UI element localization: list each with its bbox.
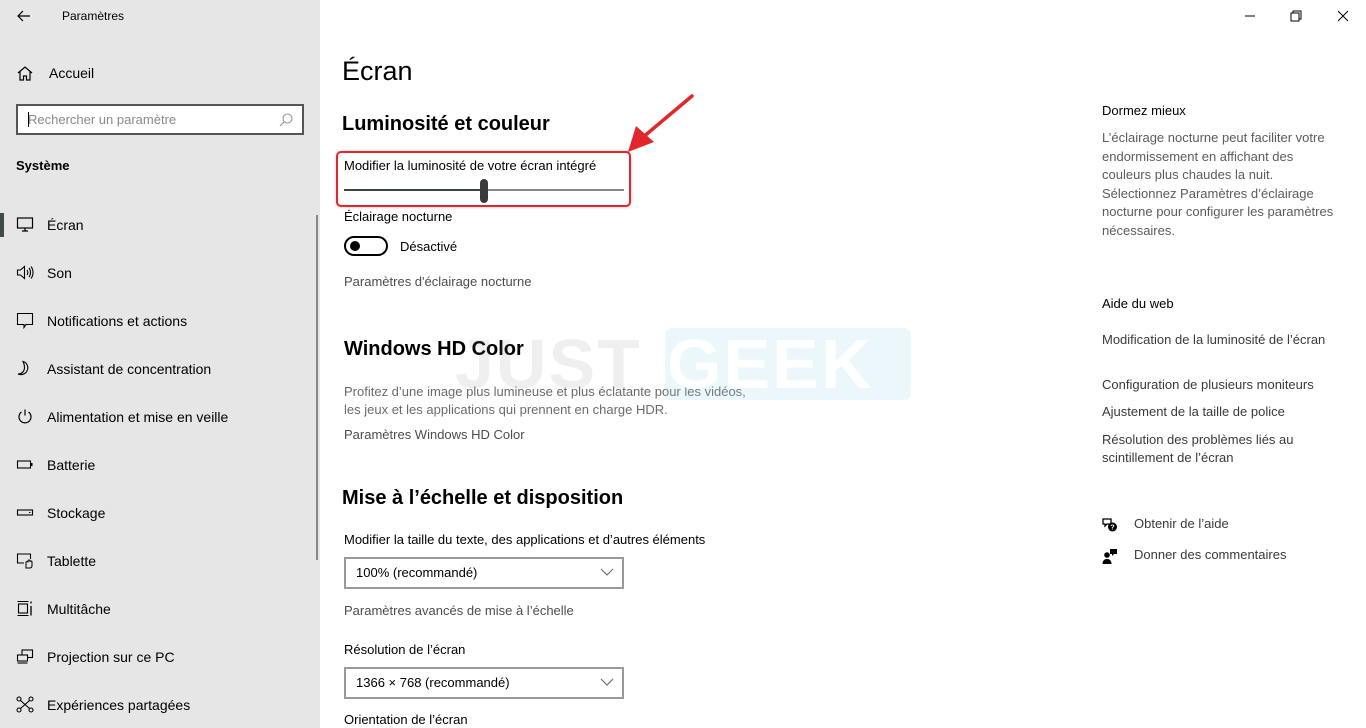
toggle-knob [350, 241, 360, 251]
hd-color-settings-link[interactable]: Paramètres Windows HD Color [344, 427, 525, 442]
home-link[interactable]: Accueil [0, 58, 320, 88]
web-help-link[interactable]: Configuration de plusieurs moniteurs [1102, 376, 1342, 394]
sidebar-scrollbar[interactable] [316, 215, 318, 560]
power-icon [18, 409, 32, 424]
notification-icon [16, 312, 34, 329]
web-help-link[interactable]: Ajustement de la taille de police [1102, 403, 1342, 421]
sidebar-item-batterie[interactable]: Batterie [0, 440, 312, 488]
sidebar-item-label: Expériences partagées [47, 697, 191, 713]
night-light-toggle[interactable] [344, 236, 388, 256]
close-icon [1337, 10, 1349, 22]
sidebar-item-label: Tablette [47, 553, 97, 569]
sidebar-item-projection[interactable]: Projection sur ce PC [0, 632, 312, 680]
search-box[interactable] [16, 104, 304, 135]
sidebar-item-experiences-partagees[interactable]: Expériences partagées [0, 680, 312, 728]
close-button[interactable] [1320, 0, 1366, 32]
shared-experiences-icon [16, 696, 34, 713]
title-bar: Paramètres [0, 0, 320, 32]
hd-color-description-line2: les jeux et les applications qui prennen… [344, 402, 668, 417]
resolution-label: Résolution de l’écran [344, 642, 466, 657]
sidebar-item-multitache[interactable]: Multitâche [0, 584, 312, 632]
slider-thumb[interactable] [480, 179, 488, 203]
minimize-icon [1245, 15, 1255, 17]
storage-icon [16, 509, 34, 516]
sidebar-item-tablette[interactable]: Tablette [0, 536, 312, 584]
back-button[interactable] [10, 4, 38, 28]
brightness-slider-label: Modifier la luminosité de votre écran in… [344, 158, 597, 173]
sidebar-item-stockage[interactable]: Stockage [0, 488, 312, 536]
home-label: Accueil [49, 65, 95, 81]
sidebar-item-label: Multitâche [47, 601, 111, 617]
advanced-scaling-link[interactable]: Paramètres avancés de mise à l’échelle [344, 603, 574, 618]
hd-color-description-line1: Profitez d’une image plus lumineuse et p… [344, 384, 746, 399]
moon-icon [17, 360, 29, 376]
sidebar-item-label: Stockage [47, 505, 106, 521]
text-caret [28, 112, 29, 127]
web-help-heading: Aide du web [1102, 296, 1174, 311]
web-help-link[interactable]: Modification de la luminosité de l’écran [1102, 331, 1342, 349]
sidebar-nav: Écran Son Notifications et actions Assis… [0, 200, 312, 728]
web-help-link[interactable]: Résolution des problèmes liés au scintil… [1102, 431, 1342, 467]
home-icon [17, 66, 33, 81]
sidebar: Paramètres Accueil Système Écran Son Not… [0, 0, 320, 728]
chevron-down-icon [600, 678, 614, 686]
sidebar-item-ecran[interactable]: Écran [0, 200, 312, 248]
sidebar-item-label: Assistant de concentration [47, 361, 212, 377]
get-help-label: Obtenir de l’aide [1134, 516, 1229, 531]
sleep-better-heading: Dormez mieux [1102, 103, 1186, 118]
selection-indicator [0, 213, 4, 237]
help-chat-icon: ? [1102, 518, 1117, 532]
page-title: Écran [342, 56, 413, 86]
sidebar-item-label: Alimentation et mise en veille [47, 409, 229, 425]
minimize-button[interactable] [1227, 0, 1273, 32]
sidebar-item-assistant-concentration[interactable]: Assistant de concentration [0, 344, 312, 392]
resolution-dropdown[interactable]: 1366 × 768 (recommandé) [344, 667, 624, 699]
tablet-icon [16, 553, 33, 569]
sidebar-item-alimentation[interactable]: Alimentation et mise en veille [0, 392, 312, 440]
feedback-link[interactable]: Donner des commentaires [1102, 545, 1342, 567]
sleep-better-text: L’éclairage nocturne peut faciliter votr… [1102, 130, 1334, 238]
scale-label: Modifier la taille du texte, des applica… [344, 532, 706, 547]
feedback-person-icon [1102, 549, 1117, 564]
get-help-link[interactable]: ? Obtenir de l’aide [1102, 514, 1342, 536]
sidebar-item-label: Son [47, 265, 72, 281]
sidebar-item-label: Notifications et actions [47, 313, 188, 329]
slider-fill [344, 189, 484, 191]
section-title: Système [16, 158, 70, 173]
sidebar-item-label: Batterie [47, 457, 96, 473]
hd-color-heading: Windows HD Color [344, 338, 524, 360]
resolution-dropdown-value: 1366 × 768 (recommandé) [356, 675, 510, 690]
search-input[interactable] [18, 106, 268, 133]
night-light-settings-link[interactable]: Paramètres d'éclairage nocturne [344, 274, 531, 289]
restore-button[interactable] [1273, 0, 1319, 32]
sidebar-item-label: Projection sur ce PC [47, 649, 175, 665]
brightness-slider[interactable] [344, 178, 624, 204]
svg-text:?: ? [1110, 525, 1114, 532]
scale-dropdown[interactable]: 100% (recommandé) [344, 557, 624, 589]
scale-dropdown-value: 100% (recommandé) [356, 565, 478, 580]
brightness-heading: Luminosité et couleur [342, 113, 550, 135]
battery-icon [16, 460, 33, 469]
feedback-label: Donner des commentaires [1134, 547, 1287, 562]
orientation-label: Orientation de l’écran [344, 712, 468, 727]
sidebar-item-son[interactable]: Son [0, 248, 312, 296]
night-light-state: Désactivé [400, 239, 458, 254]
chevron-down-icon [600, 568, 614, 576]
annotation-arrow-icon [628, 94, 694, 152]
projection-icon [16, 649, 34, 664]
main-content: Écran Luminosité et couleur Modifier la … [320, 0, 1090, 728]
search-icon[interactable] [278, 112, 294, 128]
monitor-icon [16, 217, 34, 232]
restore-icon [1290, 10, 1302, 22]
speaker-icon [16, 265, 34, 280]
app-title: Paramètres [62, 9, 125, 23]
scale-layout-heading: Mise à l’échelle et disposition [342, 487, 624, 509]
sidebar-item-label: Écran [47, 217, 84, 233]
night-light-label: Éclairage nocturne [344, 209, 453, 224]
sidebar-item-notifications[interactable]: Notifications et actions [0, 296, 312, 344]
multitask-icon [17, 600, 32, 617]
arrow-left-icon [17, 10, 30, 22]
